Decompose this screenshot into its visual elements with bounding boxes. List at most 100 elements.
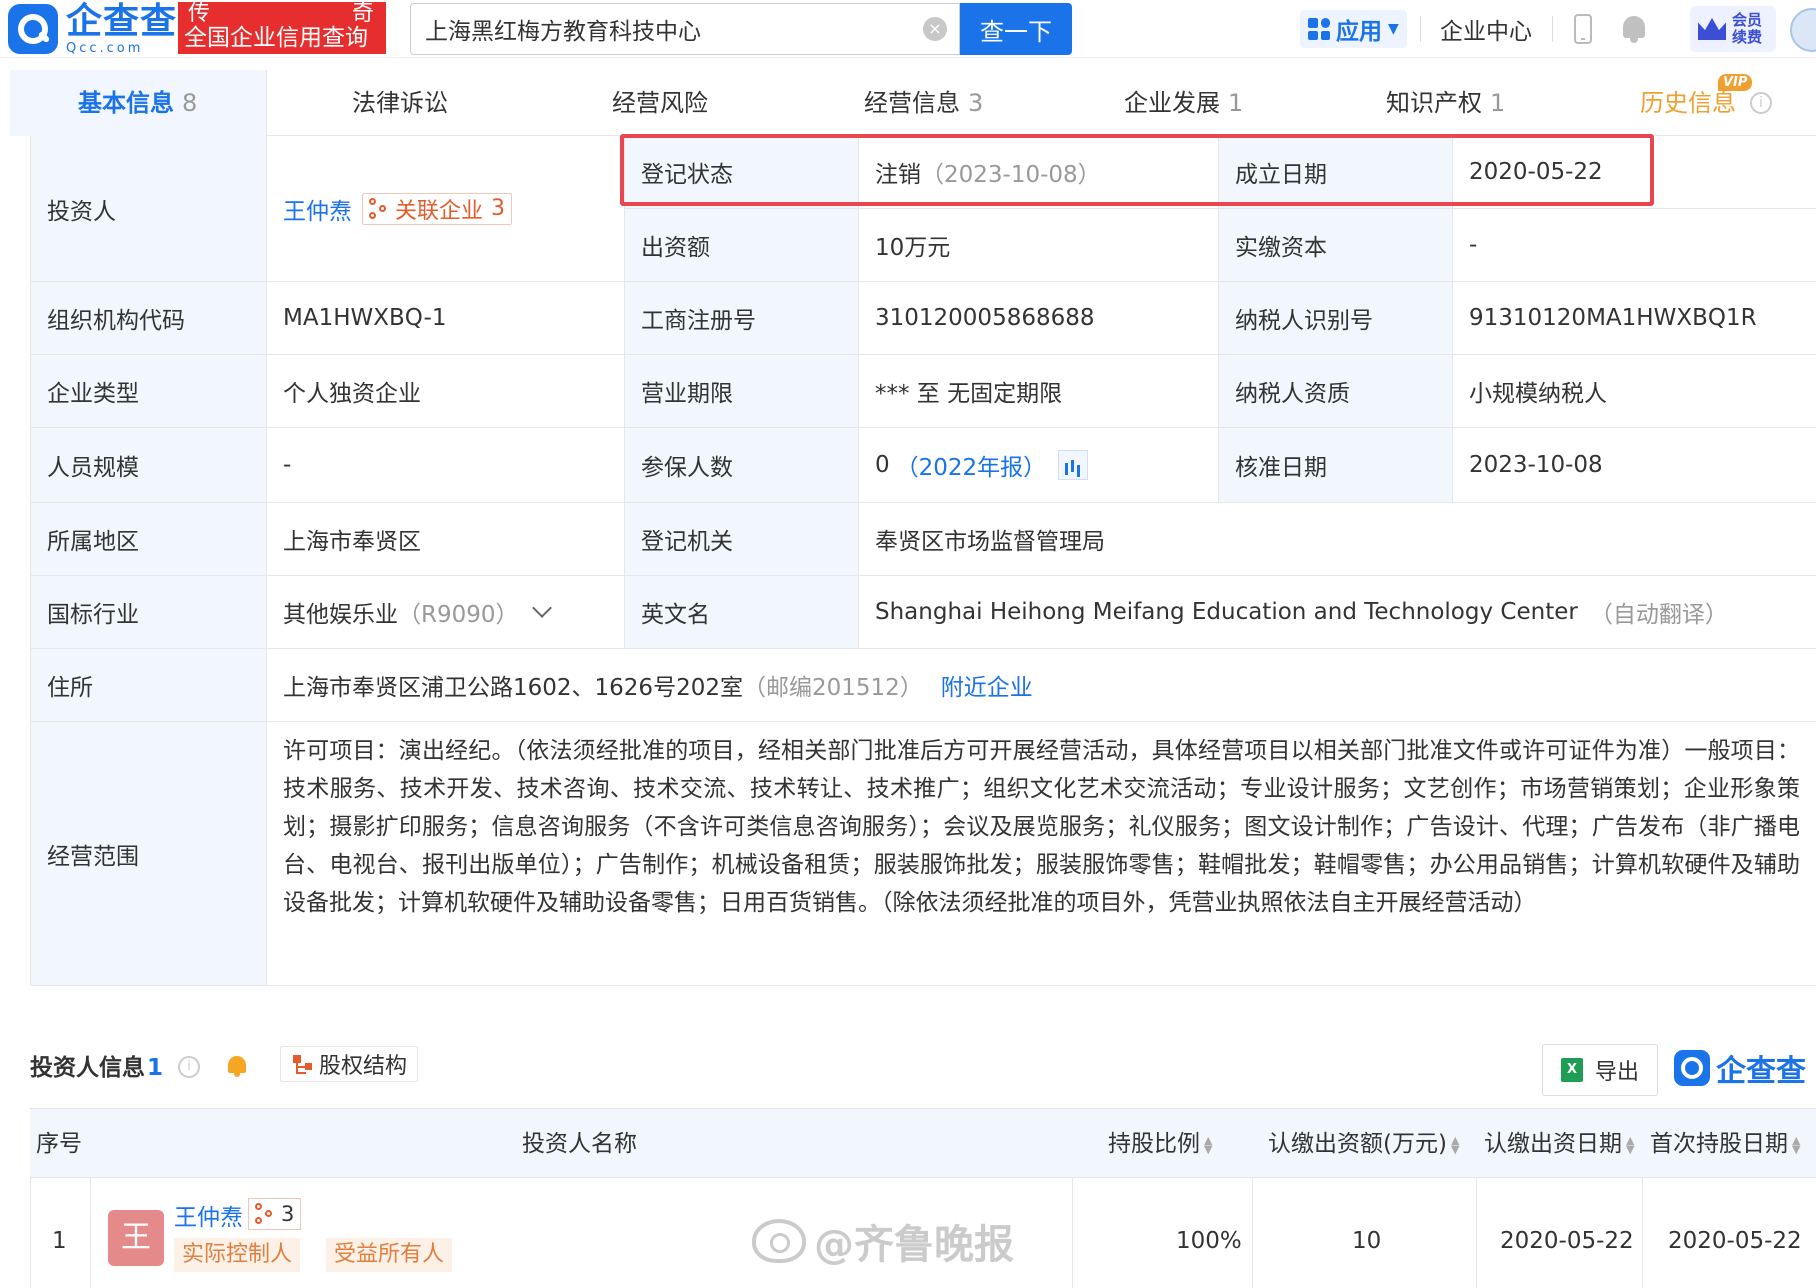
qcc-logo-icon: [1674, 1050, 1710, 1086]
staff-size-value: -: [267, 428, 625, 503]
chevron-down-icon[interactable]: [531, 598, 552, 618]
excel-icon: X: [1560, 1058, 1583, 1082]
col-subscribe-date[interactable]: 认缴出资日期 ▲ ▼: [1484, 1109, 1636, 1179]
tab-count: 1: [1228, 89, 1244, 117]
slogan-banner: 传 奇 全国企业信用查询: [178, 2, 386, 54]
tab-label: 法律诉讼: [352, 89, 448, 117]
tab-label: 基本信息: [78, 89, 174, 117]
reg-no-label: 工商注册号: [625, 282, 859, 355]
related-companies-tag[interactable]: 关联企业 3: [362, 192, 513, 225]
bell-icon[interactable]: [1620, 12, 1648, 44]
english-name-value: Shanghai Heihong Meifang Education and T…: [875, 599, 1578, 625]
founded-value: 2020-05-22: [1453, 136, 1816, 209]
paid-capital-label: 实缴资本: [1219, 209, 1453, 282]
qcc-logo[interactable]: 企查查 Qcc.com: [8, 3, 177, 56]
col-ratio-label: 持股比例: [1108, 1131, 1200, 1157]
investor-name-link[interactable]: 王仲焘: [174, 1198, 243, 1232]
follow-bell-icon[interactable]: [226, 1054, 248, 1078]
info-icon[interactable]: i: [1750, 92, 1772, 114]
clear-icon[interactable]: ×: [923, 17, 947, 41]
address-label: 住所: [31, 649, 267, 722]
status-label: 登记状态: [625, 136, 859, 209]
crown-icon: [1698, 18, 1726, 40]
sort-icon: ▲ ▼: [1450, 1133, 1460, 1156]
capital-value: 10万元: [859, 209, 1219, 282]
apps-menu[interactable]: 应用 ▼: [1300, 10, 1407, 48]
tax-id-value: 91310120MA1HWXBQ1R: [1453, 282, 1816, 355]
search-button[interactable]: 查一下: [960, 3, 1072, 55]
approved-value: 2023-10-08: [1453, 428, 1816, 503]
paid-capital-value: -: [1453, 209, 1816, 282]
org-tree-icon: [291, 1053, 313, 1075]
tab-count: 1: [1490, 89, 1506, 117]
sort-icon: ▲ ▼: [1204, 1133, 1213, 1156]
tab-business-risk[interactable]: 经营风险: [612, 70, 708, 136]
industry-cell[interactable]: 其他娱乐业 （R9090）: [267, 576, 625, 649]
staff-size-label: 人员规模: [31, 428, 267, 503]
status-value-cell: 注销 （2023-10-08）: [859, 136, 1219, 209]
region-value: 上海市奉贤区: [267, 503, 625, 576]
first-date-value: 2020-05-22: [1668, 1228, 1802, 1254]
vip-renew-button[interactable]: 会员 续费: [1690, 6, 1776, 52]
equity-structure-button[interactable]: 股权结构: [280, 1046, 419, 1082]
row-index: 1: [52, 1228, 67, 1254]
col-first-date-label: 首次持股日期: [1650, 1131, 1788, 1157]
slogan-right-char: 奇: [351, 2, 374, 24]
column-divider: [1476, 1178, 1477, 1288]
logo-domain: Qcc.com: [66, 40, 144, 56]
col-amount-label: 认缴出资额(万元): [1268, 1131, 1447, 1157]
region-label: 所属地区: [31, 503, 267, 576]
tab-development[interactable]: 企业发展 1: [1124, 70, 1243, 136]
info-icon[interactable]: i: [178, 1056, 200, 1078]
tab-label: 经营信息: [864, 89, 960, 117]
divider: [1420, 16, 1421, 42]
col-subscribe-date-label: 认缴出资日期: [1484, 1131, 1622, 1157]
annual-report-link[interactable]: （2022年报）: [896, 448, 1047, 482]
address-value: 上海市奉贤区浦卫公路1602、1626号202室: [283, 675, 743, 701]
nearby-companies-link[interactable]: 附近企业: [941, 668, 1033, 702]
equity-label: 股权结构: [319, 1054, 408, 1079]
english-name-label: 英文名: [625, 576, 859, 649]
business-scope-label: 经营范围: [31, 722, 267, 986]
business-scope-value: 许可项目：演出经纪。（依法须经批准的项目，经相关部门批准后方可开展经营活动，具体…: [267, 722, 1816, 986]
mobile-icon[interactable]: [1574, 14, 1592, 44]
term-label: 营业期限: [625, 355, 859, 428]
col-ratio[interactable]: 持股比例 ▲ ▼: [1108, 1109, 1214, 1179]
qcc-brand: 企查查: [1674, 1046, 1806, 1090]
tab-basic-info[interactable]: 基本信息 8: [78, 70, 197, 136]
col-amount[interactable]: 认缴出资额(万元) ▲ ▼: [1268, 1109, 1461, 1179]
approved-label: 核准日期: [1219, 428, 1453, 503]
related-count-tag[interactable]: 3: [248, 1198, 302, 1230]
chart-icon[interactable]: [1058, 450, 1089, 480]
export-button[interactable]: X 导出: [1542, 1044, 1658, 1096]
tab-label: 企业发展: [1124, 89, 1220, 117]
investor-name-link[interactable]: 王仲焘: [283, 192, 352, 226]
investor-avatar: 王: [108, 1210, 164, 1266]
tab-count: 3: [968, 89, 984, 117]
sort-icon: ▲ ▼: [1792, 1133, 1801, 1156]
enterprise-center-link[interactable]: 企业中心: [1440, 12, 1532, 46]
column-divider: [90, 1178, 91, 1288]
table-header: 序号 投资人名称 持股比例 ▲ ▼ 认缴出资额(万元) ▲ ▼ 认缴出资日期 ▲ ▼ 首次持…: [30, 1108, 1816, 1178]
company-type-label: 企业类型: [31, 355, 267, 428]
tab-legal[interactable]: 法律诉讼: [352, 70, 448, 136]
tab-label: 历史信息: [1640, 89, 1736, 117]
user-avatar[interactable]: [1790, 8, 1816, 52]
vip-line2: 续费: [1732, 28, 1763, 46]
vip-line1: 会员: [1732, 11, 1763, 29]
industry-value: 其他娱乐业: [283, 602, 398, 628]
amount-value: 10: [1352, 1228, 1382, 1254]
english-name-note: （自动翻译）: [1589, 602, 1728, 628]
tab-ip[interactable]: 知识产权 1: [1386, 70, 1505, 136]
search-input[interactable]: [425, 16, 915, 42]
slogan-left-char: 传: [188, 2, 211, 24]
col-first-date[interactable]: 首次持股日期 ▲ ▼: [1650, 1109, 1802, 1179]
capital-label: 出资额: [625, 209, 859, 282]
tab-count: 8: [182, 89, 198, 117]
related-count: 3: [491, 196, 506, 221]
related-count: 3: [281, 1202, 295, 1226]
ratio-value: 100%: [1176, 1228, 1242, 1254]
company-type-value: 个人独资企业: [267, 355, 625, 428]
tab-business-info[interactable]: 经营信息 3: [864, 70, 983, 136]
tax-qual-label: 纳税人资质: [1219, 355, 1453, 428]
